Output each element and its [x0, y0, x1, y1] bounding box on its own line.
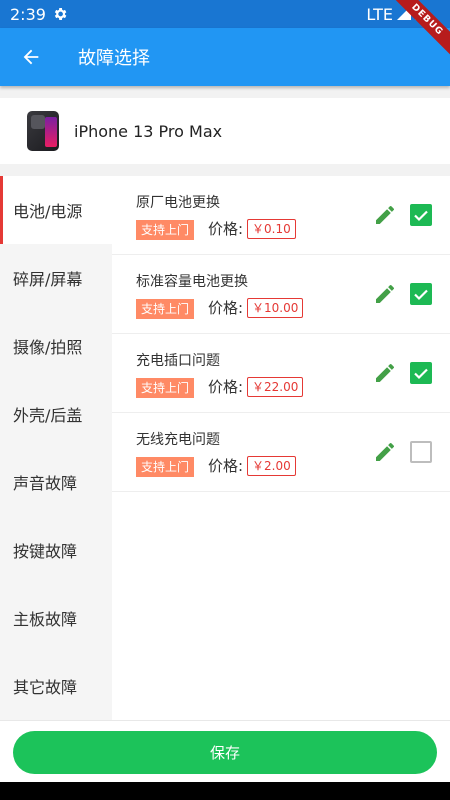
device-image — [27, 111, 59, 151]
edit-pencil-icon[interactable] — [373, 361, 397, 385]
category-camera[interactable]: 摄像/拍照 — [0, 312, 112, 380]
fault-row: 无线充电问题 支持上门 价格: ￥2.00 — [112, 413, 450, 492]
app-bar: 故障选择 — [0, 28, 450, 86]
category-label: 电池/电源 — [13, 202, 83, 221]
category-sidebar: 电池/电源 碎屏/屏幕 摄像/拍照 外壳/后盖 声音故障 按键故障 主板故障 其… — [0, 176, 112, 720]
fault-row: 原厂电池更换 支持上门 价格: ￥0.10 — [112, 176, 450, 255]
fault-checkbox[interactable] — [410, 204, 432, 226]
edit-pencil-icon[interactable] — [373, 282, 397, 306]
price-label: 价格: — [208, 299, 244, 317]
category-label: 其它故障 — [13, 678, 78, 697]
price-value: ￥10.00 — [247, 298, 304, 318]
category-label: 摄像/拍照 — [13, 338, 83, 357]
category-label: 外壳/后盖 — [13, 406, 83, 425]
fault-name: 原厂电池更换 — [136, 195, 220, 211]
category-label: 声音故障 — [13, 474, 78, 493]
fault-name: 无线充电问题 — [136, 432, 220, 448]
system-nav-bar — [0, 782, 450, 800]
device-name: iPhone 13 Pro Max — [74, 121, 223, 141]
price-value: ￥22.00 — [247, 377, 304, 397]
price-value: ￥0.10 — [247, 219, 296, 239]
fault-row: 充电插口问题 支持上门 价格: ￥22.00 — [112, 334, 450, 413]
fault-name: 标准容量电池更换 — [136, 274, 248, 290]
fault-row: 标准容量电池更换 支持上门 价格: ￥10.00 — [112, 255, 450, 334]
onsite-badge: 支持上门 — [136, 299, 195, 319]
edit-pencil-icon[interactable] — [373, 440, 397, 464]
category-screen[interactable]: 碎屏/屏幕 — [0, 244, 112, 312]
fault-checkbox[interactable] — [410, 362, 432, 384]
price-label: 价格: — [208, 220, 244, 238]
category-mainboard[interactable]: 主板故障 — [0, 584, 112, 652]
category-buttons[interactable]: 按键故障 — [0, 516, 112, 584]
fault-checkbox[interactable] — [410, 441, 432, 463]
price-label: 价格: — [208, 378, 244, 396]
price-value: ￥2.00 — [247, 456, 296, 476]
category-label: 按键故障 — [13, 542, 78, 561]
onsite-badge: 支持上门 — [136, 220, 195, 240]
footer-bar: 保存 — [0, 720, 450, 782]
edit-pencil-icon[interactable] — [373, 203, 397, 227]
onsite-badge: 支持上门 — [136, 457, 195, 477]
network-type: LTE — [366, 4, 393, 24]
fault-checkbox[interactable] — [410, 283, 432, 305]
category-battery[interactable]: 电池/电源 — [0, 176, 112, 244]
fault-list: 原厂电池更换 支持上门 价格: ￥0.10 标准容量电池更换 支持上门 价格: … — [112, 176, 450, 720]
status-bar: 2:39 LTE — [0, 0, 450, 28]
price-label: 价格: — [208, 457, 244, 475]
category-label: 主板故障 — [13, 610, 78, 629]
category-other[interactable]: 其它故障 — [0, 652, 112, 720]
device-info: iPhone 13 Pro Max — [0, 98, 450, 164]
fault-name: 充电插口问题 — [136, 353, 220, 369]
save-button[interactable]: 保存 — [13, 731, 437, 774]
category-housing[interactable]: 外壳/后盖 — [0, 380, 112, 448]
back-arrow-icon[interactable] — [20, 45, 44, 69]
onsite-badge: 支持上门 — [136, 378, 195, 398]
page-title: 故障选择 — [78, 48, 150, 69]
category-label: 碎屏/屏幕 — [13, 270, 83, 289]
settings-gear-icon — [52, 6, 68, 22]
status-time: 2:39 — [10, 4, 46, 24]
category-sound[interactable]: 声音故障 — [0, 448, 112, 516]
